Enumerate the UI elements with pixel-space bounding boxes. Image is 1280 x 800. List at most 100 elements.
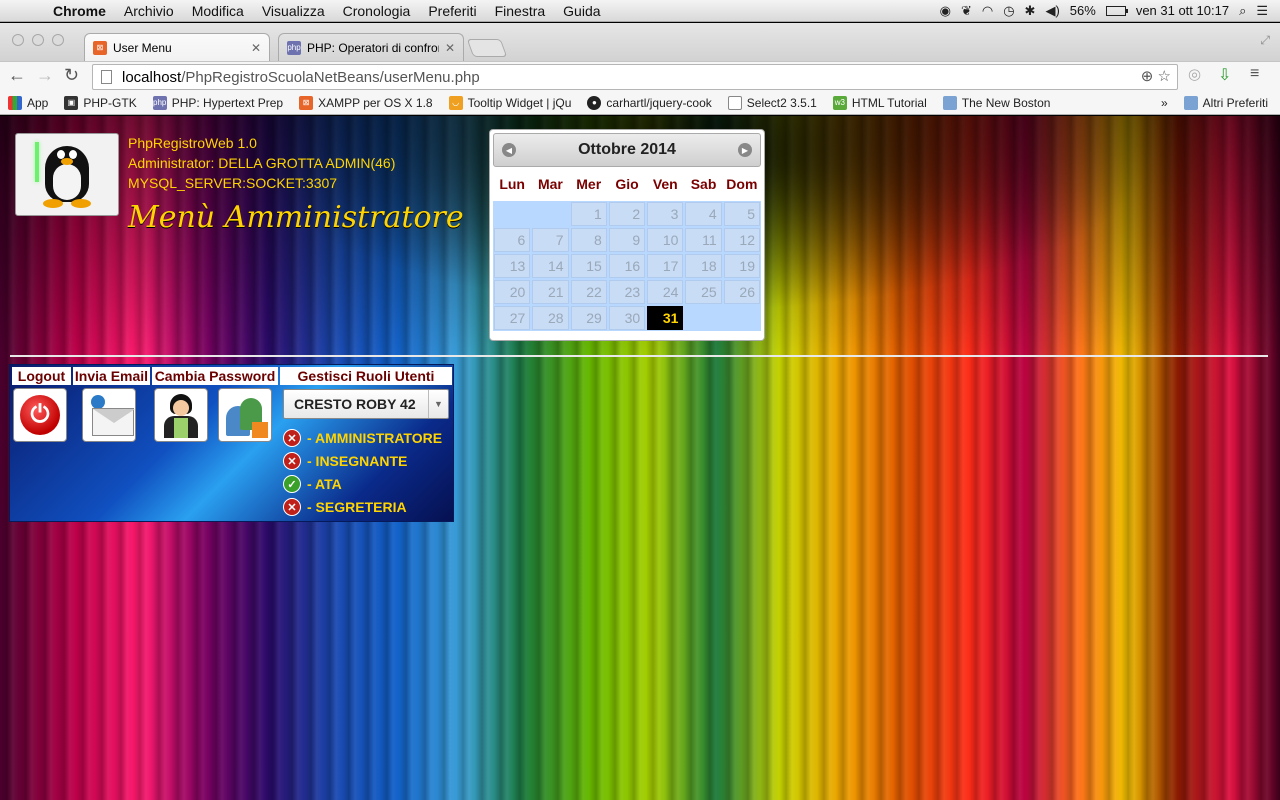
menu-visualizza[interactable]: Visualizza bbox=[253, 0, 334, 22]
calendar-day[interactable]: 25 bbox=[685, 280, 722, 304]
calendar-day[interactable]: 4 bbox=[685, 202, 722, 226]
status-circle-icon[interactable]: ◉ bbox=[940, 3, 951, 19]
battery-icon[interactable] bbox=[1105, 5, 1128, 16]
bookmark-item[interactable]: php PHP: Hypertext Prep bbox=[145, 95, 291, 110]
bookmark-item[interactable]: ⊠ XAMPP per OS X 1.8 bbox=[291, 95, 441, 110]
calendar-day[interactable]: 13 bbox=[494, 254, 531, 278]
bookmark-item[interactable]: Select2 3.5.1 bbox=[720, 95, 825, 110]
menu-chrome[interactable]: Chrome bbox=[44, 0, 115, 22]
check-icon[interactable]: ✓ bbox=[283, 475, 301, 493]
calendar-day[interactable]: 18 bbox=[685, 254, 722, 278]
zoom-icon[interactable]: ⊕ bbox=[1141, 68, 1154, 85]
other-bookmarks-folder[interactable]: Altri Preferiti bbox=[1176, 95, 1280, 110]
menu-preferiti[interactable]: Preferiti bbox=[419, 0, 485, 22]
calendar-day[interactable]: 15 bbox=[570, 254, 607, 278]
calendar-day[interactable]: 12 bbox=[723, 228, 760, 252]
calendar-day[interactable]: 7 bbox=[532, 228, 569, 252]
calendar-day[interactable]: 10 bbox=[647, 228, 684, 252]
spotlight-search-icon[interactable]: ⌕ bbox=[1239, 3, 1246, 19]
notification-center-icon[interactable]: ☰ bbox=[1256, 3, 1268, 19]
menu-archivio[interactable]: Archivio bbox=[115, 0, 183, 22]
calendar-day[interactable]: 1 bbox=[570, 202, 607, 226]
window-close-button[interactable] bbox=[12, 34, 24, 46]
fullscreen-icon[interactable]: ⤢ bbox=[1260, 33, 1270, 48]
calendar-day[interactable]: 11 bbox=[685, 228, 722, 252]
role-item[interactable]: ✕ - SEGRETERIA bbox=[283, 497, 407, 517]
calendar-day[interactable]: 26 bbox=[723, 280, 760, 304]
volume-icon[interactable]: ◀) bbox=[1045, 3, 1059, 19]
calendar-day[interactable]: 8 bbox=[570, 228, 607, 252]
calendar-day[interactable]: 28 bbox=[532, 306, 569, 330]
calendar-day[interactable]: 22 bbox=[570, 280, 607, 304]
window-zoom-button[interactable] bbox=[52, 34, 64, 46]
bookmark-label: Tooltip Widget | jQu bbox=[467, 95, 572, 110]
menu-modifica[interactable]: Modifica bbox=[183, 0, 253, 22]
page-info-icon[interactable] bbox=[101, 70, 112, 84]
logout-button[interactable]: ⏻ bbox=[13, 388, 67, 442]
calendar-day[interactable]: 24 bbox=[647, 280, 684, 304]
tab-close-icon[interactable]: ✕ bbox=[445, 41, 455, 55]
tab-user-menu[interactable]: ⊠ User Menu ✕ bbox=[84, 33, 270, 61]
weekday-label: Ven bbox=[652, 176, 678, 192]
cross-icon[interactable]: ✕ bbox=[283, 452, 301, 470]
evernote-icon[interactable]: ❦ bbox=[961, 3, 972, 19]
bookmark-item[interactable]: w3 HTML Tutorial bbox=[825, 95, 935, 110]
manage-roles-button[interactable] bbox=[218, 388, 272, 442]
extension-icon[interactable]: ◎ bbox=[1188, 65, 1201, 83]
chrome-menu-icon[interactable]: ≡ bbox=[1250, 65, 1259, 83]
change-password-button[interactable] bbox=[154, 388, 208, 442]
calendar-day[interactable]: 6 bbox=[494, 228, 531, 252]
address-bar[interactable]: localhost/PhpRegistroScuolaNetBeans/user… bbox=[92, 64, 1178, 90]
next-month-icon[interactable]: ▶ bbox=[738, 143, 752, 157]
time-machine-icon[interactable]: ◷ bbox=[1003, 3, 1014, 19]
bookmarks-overflow-button[interactable]: » bbox=[1153, 96, 1176, 110]
bookmark-item[interactable]: ▣ PHP-GTK bbox=[56, 95, 144, 110]
new-tab-button[interactable] bbox=[466, 39, 508, 57]
calendar-empty-cell bbox=[724, 306, 760, 330]
bookmark-star-icon[interactable]: ☆ bbox=[1158, 68, 1171, 85]
cross-icon[interactable]: ✕ bbox=[283, 429, 301, 447]
menu-guida[interactable]: Guida bbox=[554, 0, 609, 22]
calendar-day[interactable]: 29 bbox=[570, 306, 607, 330]
forward-arrow-icon[interactable]: → bbox=[36, 65, 54, 86]
prev-month-icon[interactable]: ◀ bbox=[502, 143, 516, 157]
calendar-day[interactable]: 17 bbox=[647, 254, 684, 278]
bookmark-item[interactable]: The New Boston bbox=[935, 95, 1059, 110]
role-item[interactable]: ✓ - ATA bbox=[283, 474, 342, 494]
calendar-day[interactable]: 9 bbox=[608, 228, 646, 252]
calendar-day[interactable]: 16 bbox=[608, 254, 646, 278]
send-email-button[interactable] bbox=[82, 388, 136, 442]
calendar-day[interactable]: 23 bbox=[608, 280, 646, 304]
window-minimize-button[interactable] bbox=[32, 34, 44, 46]
role-item[interactable]: ✕ - INSEGNANTE bbox=[283, 451, 407, 471]
bluetooth-icon[interactable]: ✱ bbox=[1025, 3, 1036, 19]
calendar-day[interactable]: 20 bbox=[494, 280, 531, 304]
calendar-day[interactable]: 27 bbox=[494, 306, 531, 330]
calendar-day[interactable]: 30 bbox=[608, 306, 646, 330]
reload-icon[interactable]: ↻ bbox=[64, 65, 79, 86]
calendar-day[interactable]: 3 bbox=[647, 202, 684, 226]
bookmark-item[interactable]: ● carhartl/jquery-cook bbox=[579, 95, 719, 110]
menubar-clock[interactable]: ven 31 ott 10:17 bbox=[1136, 3, 1229, 18]
menu-cronologia[interactable]: Cronologia bbox=[334, 0, 420, 22]
calendar-day[interactable]: 5 bbox=[723, 202, 760, 226]
role-item[interactable]: ✕ - AMMINISTRATORE bbox=[283, 428, 442, 448]
back-arrow-icon[interactable]: ← bbox=[8, 65, 26, 86]
calendar-day[interactable]: 21 bbox=[532, 280, 569, 304]
tab-php-operatori[interactable]: php PHP: Operatori di confront ✕ bbox=[278, 33, 464, 61]
calendar-day-today[interactable]: 31 bbox=[647, 306, 684, 330]
calendar-day[interactable]: 2 bbox=[608, 202, 646, 226]
download-icon[interactable]: ⇩ bbox=[1218, 65, 1231, 85]
bookmark-item[interactable]: App bbox=[0, 95, 56, 110]
page-title: Menù Amministratore bbox=[128, 200, 464, 235]
user-select-dropdown[interactable]: CRESTO ROBY 42 ▼ bbox=[283, 389, 449, 419]
page-viewport: PhpRegistroWeb 1.0 Administrator: DELLA … bbox=[0, 116, 1280, 800]
calendar-day[interactable]: 14 bbox=[532, 254, 569, 278]
php-gtk-icon: ▣ bbox=[64, 95, 79, 110]
cross-icon[interactable]: ✕ bbox=[283, 498, 301, 516]
calendar-day[interactable]: 19 bbox=[723, 254, 760, 278]
tab-close-icon[interactable]: ✕ bbox=[251, 41, 261, 55]
menu-finestra[interactable]: Finestra bbox=[486, 0, 555, 22]
bookmark-item[interactable]: ◡ Tooltip Widget | jQu bbox=[441, 95, 580, 110]
wifi-icon[interactable]: ◠ bbox=[982, 3, 993, 19]
